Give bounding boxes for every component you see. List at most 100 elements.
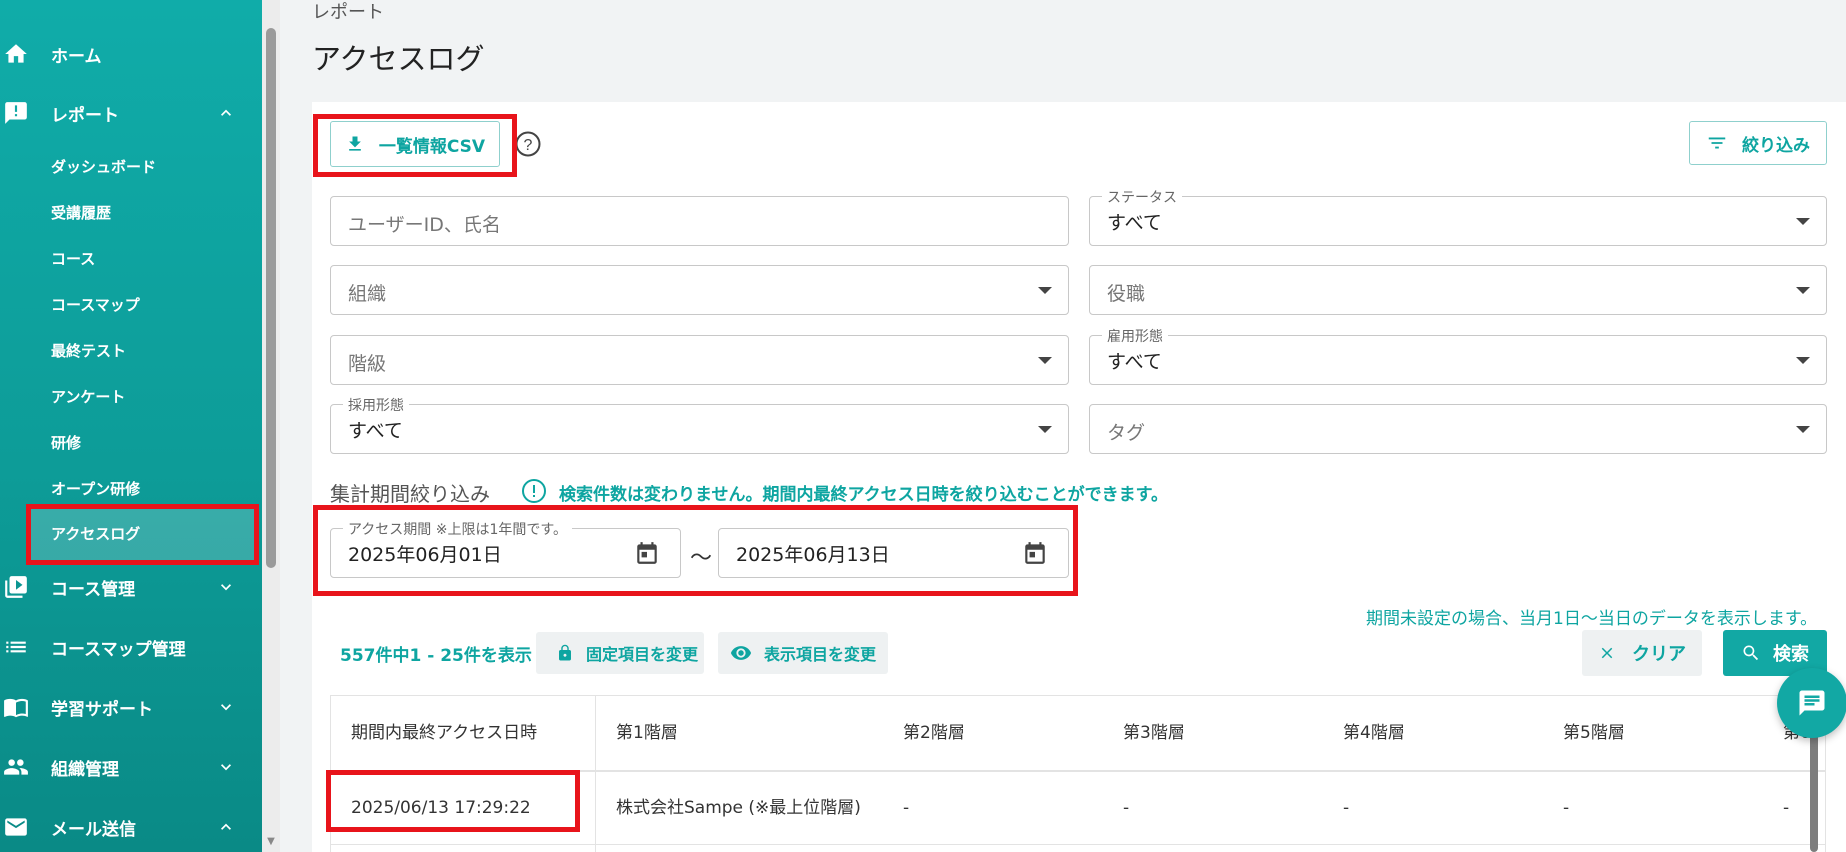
display-columns-button[interactable]: 表示項目を変更	[718, 632, 888, 674]
help-icon[interactable]: ?	[514, 130, 542, 158]
sidebar-subitem-survey[interactable]: アンケート	[51, 385, 125, 409]
org-placeholder: 組織	[348, 283, 387, 305]
table-header-last-access[interactable]: 期間内最終アクセス日時	[351, 696, 537, 770]
svg-text:?: ?	[524, 137, 533, 154]
sidebar-subitem-course[interactable]: コース	[51, 247, 95, 271]
sidebar-item-course-mgmt[interactable]: コース管理	[0, 565, 262, 609]
page-title: アクセスログ	[312, 42, 485, 76]
sidebar-item-label: 学習サポート	[51, 699, 153, 720]
clear-button[interactable]: クリア	[1582, 630, 1702, 676]
annotation-box-csv	[313, 114, 517, 177]
sidebar-subitem-coursemap[interactable]: コースマップ	[51, 293, 140, 317]
report-icon	[2, 99, 30, 127]
user-search-input[interactable]: ユーザーID、氏名	[330, 196, 1069, 246]
sidebar-item-label: コース管理	[51, 579, 136, 600]
table-cell-level6: -	[1783, 798, 1790, 818]
result-count: 557件中1 - 25件を表示	[340, 646, 532, 666]
close-icon	[1598, 644, 1616, 662]
chevron-up-icon[interactable]	[214, 101, 238, 125]
annotation-box-period	[313, 505, 1078, 596]
caret-down-icon	[1038, 287, 1052, 294]
chevron-up-icon[interactable]	[214, 815, 238, 839]
sidebar-item-label: メール送信	[51, 819, 136, 840]
caret-down-icon	[1038, 357, 1052, 364]
caret-down-icon	[1796, 287, 1810, 294]
sidebar-subitem-history[interactable]: 受講履歴	[51, 201, 111, 225]
table-cell-level3: -	[1123, 798, 1130, 818]
sidebar-item-learning-support[interactable]: 学習サポート	[0, 685, 262, 729]
sidebar-item-label: コースマップ管理	[51, 639, 186, 660]
fixed-columns-label: 固定項目を変更	[586, 645, 699, 664]
sidebar-item-home[interactable]: ホーム	[0, 32, 262, 76]
sidebar-item-mail[interactable]: メール送信	[0, 805, 262, 849]
clear-label: クリア	[1632, 644, 1686, 665]
column-divider	[595, 696, 596, 852]
sidebar-item-label: レポート	[51, 105, 119, 126]
annotation-box-last-access	[326, 770, 580, 832]
chevron-down-icon[interactable]	[214, 695, 238, 719]
sidebar-subitem-final-test[interactable]: 最終テスト	[51, 339, 126, 363]
book-icon	[2, 693, 30, 721]
eye-icon	[730, 642, 752, 664]
lock-icon	[556, 644, 574, 662]
table-header-level3[interactable]: 第3階層	[1123, 696, 1185, 770]
list-icon	[2, 633, 30, 661]
people-icon	[2, 753, 30, 781]
tag-select[interactable]: タグ	[1089, 404, 1827, 454]
caret-down-icon	[1038, 426, 1052, 433]
position-select[interactable]: 役職	[1089, 265, 1827, 315]
table-cell-level5: -	[1563, 798, 1570, 818]
chat-button[interactable]	[1777, 668, 1846, 738]
table-cell-level4: -	[1343, 798, 1350, 818]
sidebar-item-label: ホーム	[51, 46, 102, 67]
rank-select[interactable]: 階級	[330, 335, 1069, 385]
sidebar-item-label: 組織管理	[51, 759, 119, 780]
chevron-down-icon[interactable]	[214, 755, 238, 779]
sidebar-item-coursemap-mgmt[interactable]: コースマップ管理	[0, 625, 262, 669]
search-label: 検索	[1773, 644, 1809, 665]
table-cell-level1: 株式会社Sampe (※最上位階層)	[616, 798, 861, 818]
caret-down-icon	[1796, 218, 1810, 225]
fixed-columns-button[interactable]: 固定項目を変更	[536, 632, 704, 674]
employment-legend: 雇用形態	[1102, 326, 1168, 346]
sidebar-subitem-open-training[interactable]: オープン研修	[51, 477, 140, 501]
table-cell-level2: -	[903, 798, 910, 818]
table-header-level4[interactable]: 第4階層	[1343, 696, 1405, 770]
display-columns-label: 表示項目を変更	[764, 645, 877, 664]
user-search-placeholder: ユーザーID、氏名	[348, 214, 501, 236]
filter-button[interactable]: 絞り込み	[1689, 121, 1827, 165]
org-select[interactable]: 組織	[330, 265, 1069, 315]
table-header-level5[interactable]: 第5階層	[1563, 696, 1625, 770]
breadcrumb[interactable]: レポート	[312, 0, 384, 24]
sidebar-scrollbar-thumb[interactable]	[266, 28, 276, 568]
annotation-box-access-log	[26, 504, 259, 565]
status-legend: ステータス	[1102, 187, 1182, 207]
sidebar-subitem-dashboard[interactable]: ダッシュボード	[51, 155, 156, 179]
hiring-value: すべて	[348, 420, 403, 442]
period-section-label: 集計期間絞り込み	[330, 482, 490, 506]
tag-placeholder: タグ	[1107, 422, 1146, 444]
caret-down-icon	[1796, 426, 1810, 433]
period-note: 期間未設定の場合、当月1日〜当日のデータを表示します。	[1366, 609, 1818, 629]
position-placeholder: 役職	[1107, 283, 1146, 305]
chat-icon	[1797, 688, 1827, 718]
employment-select[interactable]: 雇用形態 すべて	[1089, 326, 1827, 385]
row-divider	[331, 844, 1825, 845]
sidebar-item-org-mgmt[interactable]: 組織管理	[0, 745, 262, 789]
period-info-text: 検索件数は変わりません。期間内最終アクセス日時を絞り込むことができます。	[559, 485, 1168, 505]
filter-button-label: 絞り込み	[1742, 135, 1810, 156]
table-scrollbar[interactable]	[1810, 732, 1818, 852]
status-select[interactable]: ステータス すべて	[1089, 187, 1827, 246]
table-header-level1[interactable]: 第1階層	[616, 696, 678, 770]
table-header-level2[interactable]: 第2階層	[903, 696, 965, 770]
mail-icon	[2, 813, 30, 841]
status-value: すべて	[1107, 212, 1162, 234]
sidebar-subitem-training[interactable]: 研修	[51, 431, 81, 455]
caret-down-icon	[1796, 357, 1810, 364]
hiring-select[interactable]: 採用形態 すべて	[330, 395, 1069, 454]
chevron-down-icon[interactable]	[214, 575, 238, 599]
sidebar-item-report[interactable]: レポート	[0, 91, 262, 135]
employment-value: すべて	[1107, 351, 1162, 373]
sidebar: ホーム レポート ダッシュボード 受講履歴 コース コースマップ 最終テスト ア…	[0, 0, 262, 852]
scroll-down-arrow-icon[interactable]: ▼	[265, 836, 277, 848]
